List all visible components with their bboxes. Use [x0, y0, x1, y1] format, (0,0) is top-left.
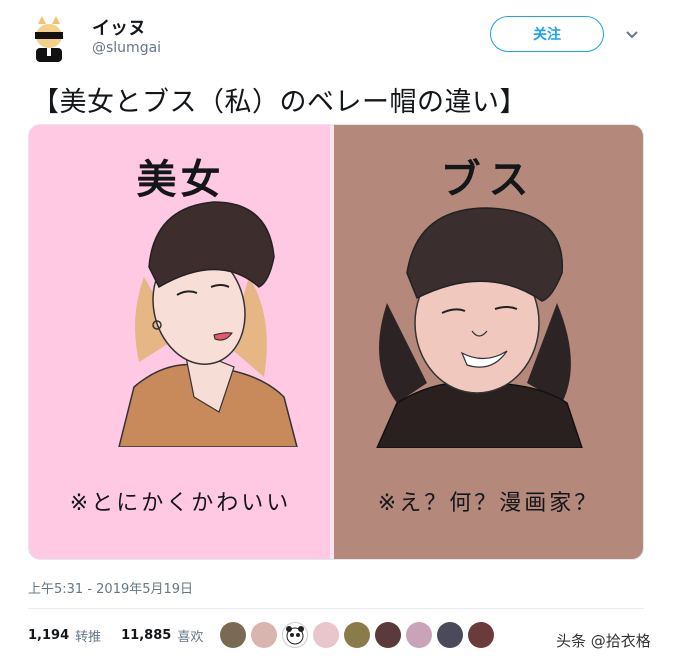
liker-avatar[interactable] [406, 622, 432, 648]
tweet-image[interactable]: 美女 ブス ※とにかくかわいい ※え？何？漫画家？ [28, 124, 644, 560]
retweets-label[interactable]: 转推 [75, 626, 101, 645]
user-handle[interactable]: @slumgai [92, 40, 161, 56]
likes-count[interactable]: 11,885 [121, 628, 171, 643]
liker-avatar[interactable] [437, 622, 463, 648]
left-caption: ※とにかくかわいい [69, 491, 292, 516]
liker-avatar[interactable] [344, 622, 370, 648]
liker-avatar[interactable] [251, 622, 277, 648]
follow-button[interactable]: 关注 [490, 16, 604, 52]
retweets-count[interactable]: 1,194 [28, 628, 69, 643]
liker-avatar[interactable] [375, 622, 401, 648]
panda-avatar-icon[interactable] [282, 622, 308, 648]
ugly-illustration [376, 207, 583, 448]
right-caption: ※え？何？漫画家？ [377, 491, 600, 516]
beauty-illustration [118, 201, 298, 447]
user-avatar[interactable] [24, 14, 74, 64]
tweet-timestamp[interactable]: 上午5:31 - 2019年5月19日 [28, 578, 193, 597]
liker-avatar[interactable] [220, 622, 246, 648]
right-title: ブス [440, 157, 537, 203]
liker-avatar[interactable] [468, 622, 494, 648]
liker-avatars [220, 622, 494, 648]
divider [28, 608, 644, 609]
dog-avatar-icon [24, 14, 74, 64]
watermark: 头条 @拾衣格 [556, 632, 651, 650]
chevron-down-icon[interactable] [624, 26, 640, 42]
tweet-text: 【美女とブス（私）のベレー帽の違い】 [32, 87, 527, 118]
display-name[interactable]: イッヌ [92, 14, 146, 40]
tweet-stats: 1,194 转推 11,885 喜欢 [28, 626, 203, 645]
liker-avatar[interactable] [313, 622, 339, 648]
likes-label[interactable]: 喜欢 [177, 626, 203, 645]
